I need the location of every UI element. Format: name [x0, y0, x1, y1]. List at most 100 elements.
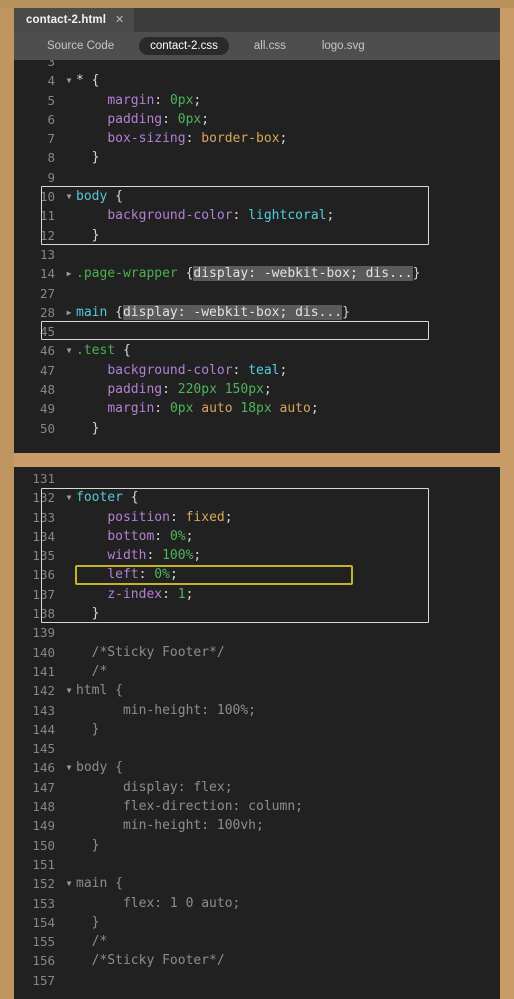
code-line[interactable]: 145 [14, 739, 500, 758]
code-lines-bottom: 131 132 ▼ footer {133 position: fixed; 134 b… [14, 469, 500, 990]
code-line[interactable]: 151 [14, 855, 500, 874]
token-punc: ; [279, 131, 288, 147]
code-line[interactable]: 156 /*Sticky Footer*/ [14, 951, 500, 970]
chevron-down-icon[interactable]: ▼ [62, 681, 76, 700]
code-line[interactable]: 49 margin: 0px auto 18px auto; [14, 399, 500, 418]
line-number: 146 [32, 760, 55, 776]
sub-tab-all-css[interactable]: all.css [243, 37, 297, 55]
code-line[interactable]: 150 } [14, 836, 500, 855]
code-line[interactable]: 157 [14, 971, 500, 990]
code-line[interactable]: 133 position: fixed; [14, 508, 500, 527]
token-sel-tag: footer [76, 490, 123, 506]
code-line[interactable]: 27 [14, 284, 500, 303]
code-line[interactable]: 3 [14, 60, 500, 71]
token-cmt: } [76, 837, 100, 853]
line-number: 149 [32, 818, 55, 834]
token-folded: display: -webkit-box; dis... [193, 266, 413, 282]
code-line[interactable]: 146 ▼ body { [14, 758, 500, 777]
code-panel-top[interactable]: 3 4 ▼ * {5 margin: 0px; 6 padding: 0px; 7 box… [14, 60, 500, 453]
line-number: 49 [39, 401, 55, 417]
code-line[interactable]: 139 [14, 623, 500, 642]
token-val-cyan: lightcoral [248, 208, 327, 224]
code-line[interactable]: 12 } [14, 226, 500, 245]
sub-tab-source-code[interactable]: Source Code [36, 37, 125, 55]
code-line[interactable]: 138 } [14, 604, 500, 623]
code-line[interactable]: 7 box-sizing: border-box; [14, 129, 500, 148]
code-line[interactable]: 142 ▼ html { [14, 681, 500, 700]
tab-strip: contact-2.html ✕ [14, 8, 500, 32]
line-number: 140 [32, 644, 55, 660]
code-line[interactable]: 134 bottom: 0%; [14, 527, 500, 546]
code-line[interactable]: 155 /* [14, 932, 500, 951]
code-line[interactable]: 152 ▼ main { [14, 874, 500, 893]
token-punc: { [177, 266, 194, 282]
code-line[interactable]: 28 ▶ main {display: -webkit-box; dis...} [14, 303, 500, 322]
chevron-down-icon[interactable]: ▼ [62, 187, 76, 206]
file-tab-contact-2-html[interactable]: contact-2.html ✕ [14, 8, 135, 32]
code-line[interactable]: 144 } [14, 720, 500, 739]
chevron-down-icon[interactable]: ▼ [62, 341, 76, 360]
code-line[interactable]: 153 flex: 1 0 auto; [14, 894, 500, 913]
token-punc: { [107, 189, 123, 205]
chevron-down-icon[interactable]: ▼ [62, 758, 76, 777]
code-line[interactable]: 131 [14, 469, 500, 488]
code-line[interactable]: 140 /*Sticky Footer*/ [14, 643, 500, 662]
code-line[interactable]: 9 [14, 168, 500, 187]
code-line[interactable]: 4 ▼ * { [14, 71, 500, 90]
sub-tab-contact-2-css[interactable]: contact-2.css [139, 37, 229, 55]
code-line[interactable]: 141 /* [14, 662, 500, 681]
code-line[interactable]: 50 } [14, 419, 500, 438]
line-number: 138 [32, 606, 55, 622]
code-line[interactable]: 149 min-height: 100vh; [14, 816, 500, 835]
line-number: 147 [32, 779, 55, 795]
line-number: 134 [32, 528, 55, 544]
token-prop: left [107, 567, 139, 583]
code-line[interactable]: 137 z-index: 1; [14, 585, 500, 604]
sub-tab-logo-svg[interactable]: logo.svg [311, 37, 376, 55]
token-kw: auto [279, 401, 311, 417]
close-icon[interactable]: ✕ [115, 14, 124, 26]
code-line[interactable]: 147 display: flex; [14, 778, 500, 797]
chevron-right-icon[interactable]: ▶ [62, 264, 76, 283]
code-line[interactable]: 45 [14, 322, 500, 341]
code-line[interactable]: 154 } [14, 913, 500, 932]
code-line[interactable]: 6 padding: 0px; [14, 110, 500, 129]
code-line[interactable]: 46 ▼ .test { [14, 341, 500, 360]
code-line[interactable]: 13 [14, 245, 500, 264]
chevron-right-icon[interactable]: ▶ [62, 303, 76, 322]
line-number: 27 [39, 285, 55, 301]
code-line[interactable]: 5 margin: 0px; [14, 91, 500, 110]
line-number: 6 [47, 111, 55, 127]
code-line[interactable]: 136 left: 0%; [14, 565, 500, 584]
token-prop: margin [107, 401, 155, 417]
token-punc: : [232, 208, 249, 224]
line-number: 131 [32, 471, 55, 486]
token-prop: background-color [107, 362, 233, 378]
token-prop: margin [107, 92, 155, 108]
chevron-down-icon[interactable]: ▼ [62, 488, 76, 507]
token-punc: ; [193, 92, 202, 108]
code-line[interactable]: 132 ▼ footer { [14, 488, 500, 507]
line-number: 3 [47, 60, 55, 69]
code-line[interactable]: 8 } [14, 148, 500, 167]
code-line[interactable]: 14 ▶ .page-wrapper {display: -webkit-box; … [14, 264, 500, 283]
code-line[interactable]: 143 min-height: 100%; [14, 701, 500, 720]
chevron-down-icon[interactable]: ▼ [62, 874, 76, 893]
token-punc: : [138, 567, 155, 583]
code-text: margin: 0px; [76, 91, 500, 110]
code-line[interactable]: 135 width: 100%; [14, 546, 500, 565]
line-number: 11 [39, 208, 55, 224]
code-panel-bottom[interactable]: 131 132 ▼ footer {133 position: fixed; 134 b… [14, 467, 500, 999]
code-line[interactable]: 47 background-color: teal; [14, 361, 500, 380]
token-punc: ; [201, 111, 210, 127]
code-line[interactable]: 148 flex-direction: column; [14, 797, 500, 816]
line-number: 148 [32, 799, 55, 815]
code-line[interactable]: 48 padding: 220px 150px; [14, 380, 500, 399]
line-number: 157 [32, 972, 55, 988]
code-line[interactable]: 10 ▼ body { [14, 187, 500, 206]
code-line[interactable]: 11 background-color: lightcoral; [14, 206, 500, 225]
chevron-down-icon[interactable]: ▼ [62, 71, 76, 90]
token-prop: box-sizing [107, 131, 186, 147]
